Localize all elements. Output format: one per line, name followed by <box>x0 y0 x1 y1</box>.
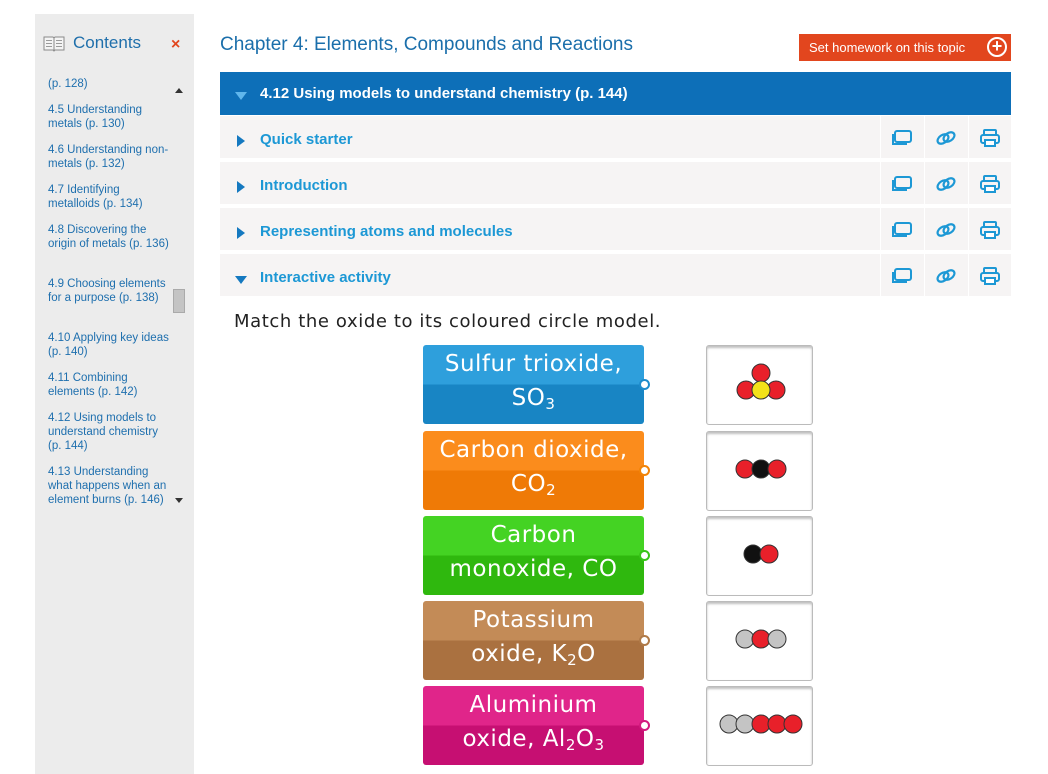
oxide-name-line: Sulfur trioxide, <box>444 351 623 377</box>
activity-prompt: Match the oxide to its coloured circle m… <box>234 311 662 332</box>
chevron-right-icon <box>237 227 245 239</box>
link-icon[interactable] <box>924 162 967 206</box>
connector-dot[interactable] <box>639 550 650 561</box>
section-title: 4.12 Using models to understand chemistr… <box>260 85 628 102</box>
set-homework-label: Set homework on this topic <box>809 40 966 55</box>
accordion-row[interactable]: Quick starter <box>220 116 1011 160</box>
print-icon[interactable] <box>968 208 1011 252</box>
sidebar-item-4-10[interactable]: 4.10 Applying key ideas (p. 140) <box>48 331 170 359</box>
sidebar-item-4-9[interactable]: 4.9 Choosing elements for a purpose (p. … <box>48 277 170 305</box>
atom-o <box>735 459 755 479</box>
accordion-row[interactable]: Representing atoms and molecules <box>220 208 1011 252</box>
atom-c <box>751 459 771 479</box>
atom-o <box>767 459 787 479</box>
oxide-formula-line: oxide, Al2O3 <box>462 726 605 754</box>
model-so3[interactable] <box>706 345 813 425</box>
oxide-tile[interactable]: Potassium oxide, K2O <box>423 601 650 680</box>
atom-s <box>751 380 771 400</box>
connector-dot[interactable] <box>639 465 650 476</box>
link-icon[interactable] <box>924 208 967 252</box>
oxide-tile[interactable]: Aluminium oxide, Al2O3 <box>423 686 650 765</box>
oxide-name-line: Carbon dioxide, <box>439 437 628 463</box>
sidebar-item-p128[interactable]: (p. 128) <box>48 77 170 91</box>
sidebar-item-4-8[interactable]: 4.8 Discovering the origin of metals (p.… <box>48 223 170 251</box>
atom-o <box>783 714 803 734</box>
model-k2o[interactable] <box>706 601 813 681</box>
page: Contents × (p. 128) 4.5 Understanding me… <box>35 14 1036 774</box>
link-icon[interactable] <box>924 116 967 160</box>
atom-c <box>743 544 763 564</box>
print-icon[interactable] <box>968 116 1011 160</box>
sidebar-item-4-12[interactable]: 4.12 Using models to understand chemistr… <box>48 411 170 453</box>
circle-model-icon <box>736 363 786 400</box>
print-icon[interactable] <box>968 254 1011 298</box>
sidebar-item-4-7[interactable]: 4.7 Identifying metalloids (p. 134) <box>48 183 170 211</box>
atom-al <box>719 714 739 734</box>
print-icon[interactable] <box>968 162 1011 206</box>
plus-circle-icon: + <box>987 37 1007 57</box>
atom-al <box>735 714 755 734</box>
accordion-row-label: Interactive activity <box>260 269 391 286</box>
circle-model-icon <box>735 629 787 649</box>
sidebar-header: Contents × <box>35 14 194 74</box>
accordion-row-label: Representing atoms and molecules <box>260 223 513 240</box>
circle-model-icon <box>719 714 803 734</box>
sidebar-title: Contents <box>73 33 142 52</box>
sidebar-item-4-5[interactable]: 4.5 Understanding metals (p. 130) <box>48 103 170 131</box>
oxide-tile[interactable]: Sulfur trioxide, SO3 <box>423 345 650 424</box>
scroll-up-icon[interactable] <box>175 88 183 93</box>
atom-o <box>751 714 771 734</box>
sidebar-item-4-11[interactable]: 4.11 Combining elements (p. 142) <box>48 371 170 399</box>
circle-model-icon <box>743 544 779 564</box>
slides-icon[interactable] <box>880 116 923 160</box>
connector-dot[interactable] <box>639 720 650 731</box>
oxide-formula-line: SO3 <box>511 385 556 413</box>
slides-icon[interactable] <box>880 208 923 252</box>
sidebar-list: (p. 128) 4.5 Understanding metals (p. 13… <box>35 74 172 517</box>
sidebar-close-button[interactable]: × <box>171 36 180 54</box>
accordion-row[interactable]: Interactive activity <box>220 254 1011 298</box>
oxide-tile[interactable]: Carbon dioxide, CO2 <box>423 431 650 510</box>
circle-model-icon <box>735 459 787 479</box>
model-al2o3[interactable] <box>706 686 813 766</box>
atom-o <box>767 714 787 734</box>
sidebar-scrollbar[interactable] <box>172 74 186 517</box>
oxide-formula-line: monoxide, CO <box>449 556 618 582</box>
slides-icon[interactable] <box>880 162 923 206</box>
atom-k <box>767 629 787 649</box>
connector-dot[interactable] <box>639 635 650 646</box>
main-panel: Chapter 4: Elements, Compounds and React… <box>194 14 1036 774</box>
sidebar-item-4-13[interactable]: 4.13 Understanding what happens when an … <box>48 465 170 507</box>
scroll-down-icon[interactable] <box>175 498 183 503</box>
atom-k <box>735 629 755 649</box>
section-header[interactable]: 4.12 Using models to understand chemistr… <box>220 72 1011 115</box>
chevron-right-icon <box>237 135 245 147</box>
slides-icon[interactable] <box>880 254 923 298</box>
set-homework-button[interactable]: Set homework on this topic + <box>799 34 1011 61</box>
oxide-formula-line: oxide, K2O <box>471 641 596 669</box>
atom-o <box>751 629 771 649</box>
chevron-right-icon <box>237 181 245 193</box>
atom-o <box>759 544 779 564</box>
oxide-tile[interactable]: Carbon monoxide, CO <box>423 516 650 595</box>
sidebar-item-4-6[interactable]: 4.6 Understanding non-metals (p. 132) <box>48 143 170 171</box>
oxide-name-line: Aluminium <box>469 692 598 718</box>
accordion-row[interactable]: Introduction <box>220 162 1011 206</box>
model-co2[interactable] <box>706 431 813 511</box>
oxide-name-line: Potassium <box>472 607 595 633</box>
model-co[interactable] <box>706 516 813 596</box>
oxide-formula-line: CO2 <box>510 471 557 499</box>
book-icon <box>43 36 65 52</box>
contents-sidebar: Contents × (p. 128) 4.5 Understanding me… <box>35 14 194 517</box>
atom-o <box>751 363 771 383</box>
chapter-title: Chapter 4: Elements, Compounds and React… <box>220 34 633 55</box>
scrollbar-thumb[interactable] <box>173 289 185 313</box>
accordion-row-label: Quick starter <box>260 131 353 148</box>
chevron-down-icon <box>235 276 247 284</box>
oxide-name-line: Carbon <box>490 522 577 548</box>
link-icon[interactable] <box>924 254 967 298</box>
accordion-row-label: Introduction <box>260 177 348 194</box>
chevron-down-icon <box>235 92 247 100</box>
connector-dot[interactable] <box>639 379 650 390</box>
